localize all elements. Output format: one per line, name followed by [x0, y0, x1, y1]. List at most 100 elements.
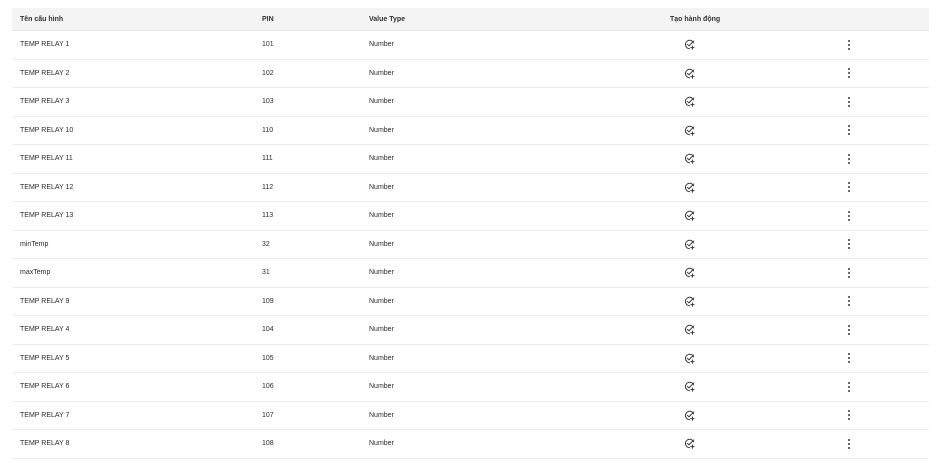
cell-pin: 108 [262, 440, 274, 448]
cell-menu [769, 38, 929, 52]
cell-menu [769, 95, 929, 109]
config-table: Tên cấu hình PIN Value Type Tạo hành độn… [12, 8, 929, 459]
create-action-icon[interactable] [682, 351, 696, 365]
cell-pin: 32 [262, 240, 270, 248]
cell-value-type: Number [369, 411, 394, 419]
table-row: minTemp 32 Number [12, 231, 929, 259]
more-options-icon[interactable] [844, 323, 854, 337]
cell-menu [769, 266, 929, 280]
cell-action [609, 380, 769, 394]
cell-menu [769, 180, 929, 194]
cell-pin: 112 [262, 183, 274, 191]
cell-value-type: Number [369, 297, 394, 305]
create-action-icon[interactable] [682, 437, 696, 451]
more-options-icon[interactable] [844, 123, 854, 137]
cell-pin: 104 [262, 326, 274, 334]
table-row: TEMP RELAY 12 112 Number [12, 174, 929, 202]
table-body: TEMP RELAY 1 101 Number TEMP RELAY 2 102 Numb… [12, 31, 929, 459]
cell-value-type: Number [369, 183, 394, 191]
cell-pin: 101 [262, 41, 274, 49]
cell-name: TEMP RELAY 13 [20, 212, 74, 220]
cell-action [609, 38, 769, 52]
cell-pin: 103 [262, 98, 274, 106]
more-options-icon[interactable] [844, 66, 854, 80]
cell-name: TEMP RELAY 5 [20, 354, 70, 362]
table-row: TEMP RELAY 2 102 Number [12, 60, 929, 88]
table-row: TEMP RELAY 1 101 Number [12, 31, 929, 60]
cell-name: TEMP RELAY 8 [20, 440, 70, 448]
column-header-value-type: Value Type [369, 15, 406, 23]
cell-name: TEMP RELAY 10 [20, 126, 74, 134]
cell-menu [769, 380, 929, 394]
create-action-icon[interactable] [682, 380, 696, 394]
cell-action [609, 237, 769, 251]
more-options-icon[interactable] [844, 95, 854, 109]
cell-action [609, 323, 769, 337]
table-row: TEMP RELAY 10 110 Number [12, 117, 929, 145]
table-row: TEMP RELAY 5 105 Number [12, 345, 929, 373]
more-options-icon[interactable] [844, 351, 854, 365]
table-row: TEMP RELAY 4 104 Number [12, 316, 929, 345]
cell-name: maxTemp [20, 269, 51, 277]
cell-action [609, 408, 769, 422]
cell-pin: 109 [262, 297, 274, 305]
cell-action [609, 123, 769, 137]
cell-menu [769, 408, 929, 422]
cell-menu [769, 237, 929, 251]
create-action-icon[interactable] [682, 180, 696, 194]
more-options-icon[interactable] [844, 38, 854, 52]
cell-action [609, 95, 769, 109]
column-header-name: Tên cấu hình [20, 15, 64, 23]
cell-name: TEMP RELAY 2 [20, 69, 70, 77]
create-action-icon[interactable] [682, 209, 696, 223]
table-row: TEMP RELAY 9 109 Number [12, 288, 929, 316]
more-options-icon[interactable] [844, 294, 854, 308]
table-header: Tên cấu hình PIN Value Type Tạo hành độn… [12, 8, 929, 31]
cell-name: minTemp [20, 240, 49, 248]
table-row: TEMP RELAY 13 113 Number [12, 202, 929, 231]
more-options-icon[interactable] [844, 380, 854, 394]
more-options-icon[interactable] [844, 209, 854, 223]
create-action-icon[interactable] [682, 408, 696, 422]
column-header-pin: PIN [262, 15, 274, 23]
more-options-icon[interactable] [844, 180, 854, 194]
cell-pin: 111 [262, 155, 273, 163]
cell-menu [769, 294, 929, 308]
create-action-icon[interactable] [682, 323, 696, 337]
cell-value-type: Number [369, 212, 394, 220]
create-action-icon[interactable] [682, 152, 696, 166]
create-action-icon[interactable] [682, 237, 696, 251]
more-options-icon[interactable] [844, 266, 854, 280]
cell-action [609, 266, 769, 280]
cell-menu [769, 323, 929, 337]
cell-pin: 110 [262, 126, 274, 134]
cell-value-type: Number [369, 440, 394, 448]
create-action-icon[interactable] [682, 266, 696, 280]
more-options-icon[interactable] [844, 408, 854, 422]
cell-value-type: Number [369, 326, 394, 334]
cell-name: TEMP RELAY 12 [20, 183, 74, 191]
more-options-icon[interactable] [844, 152, 854, 166]
create-action-icon[interactable] [682, 294, 696, 308]
cell-action [609, 209, 769, 223]
cell-pin: 102 [262, 69, 274, 77]
cell-menu [769, 152, 929, 166]
cell-value-type: Number [369, 354, 394, 362]
create-action-icon[interactable] [682, 38, 696, 52]
table-row: TEMP RELAY 7 107 Number [12, 402, 929, 430]
cell-value-type: Number [369, 269, 394, 277]
cell-menu [769, 437, 929, 451]
create-action-icon[interactable] [682, 123, 696, 137]
table-row: TEMP RELAY 8 108 Number [12, 430, 929, 459]
cell-menu [769, 123, 929, 137]
cell-pin: 105 [262, 354, 274, 362]
cell-name: TEMP RELAY 4 [20, 326, 70, 334]
more-options-icon[interactable] [844, 437, 854, 451]
create-action-icon[interactable] [682, 66, 696, 80]
create-action-icon[interactable] [682, 95, 696, 109]
cell-pin: 107 [262, 411, 274, 419]
more-options-icon[interactable] [844, 237, 854, 251]
cell-action [609, 180, 769, 194]
cell-pin: 31 [262, 269, 270, 277]
cell-action [609, 66, 769, 80]
